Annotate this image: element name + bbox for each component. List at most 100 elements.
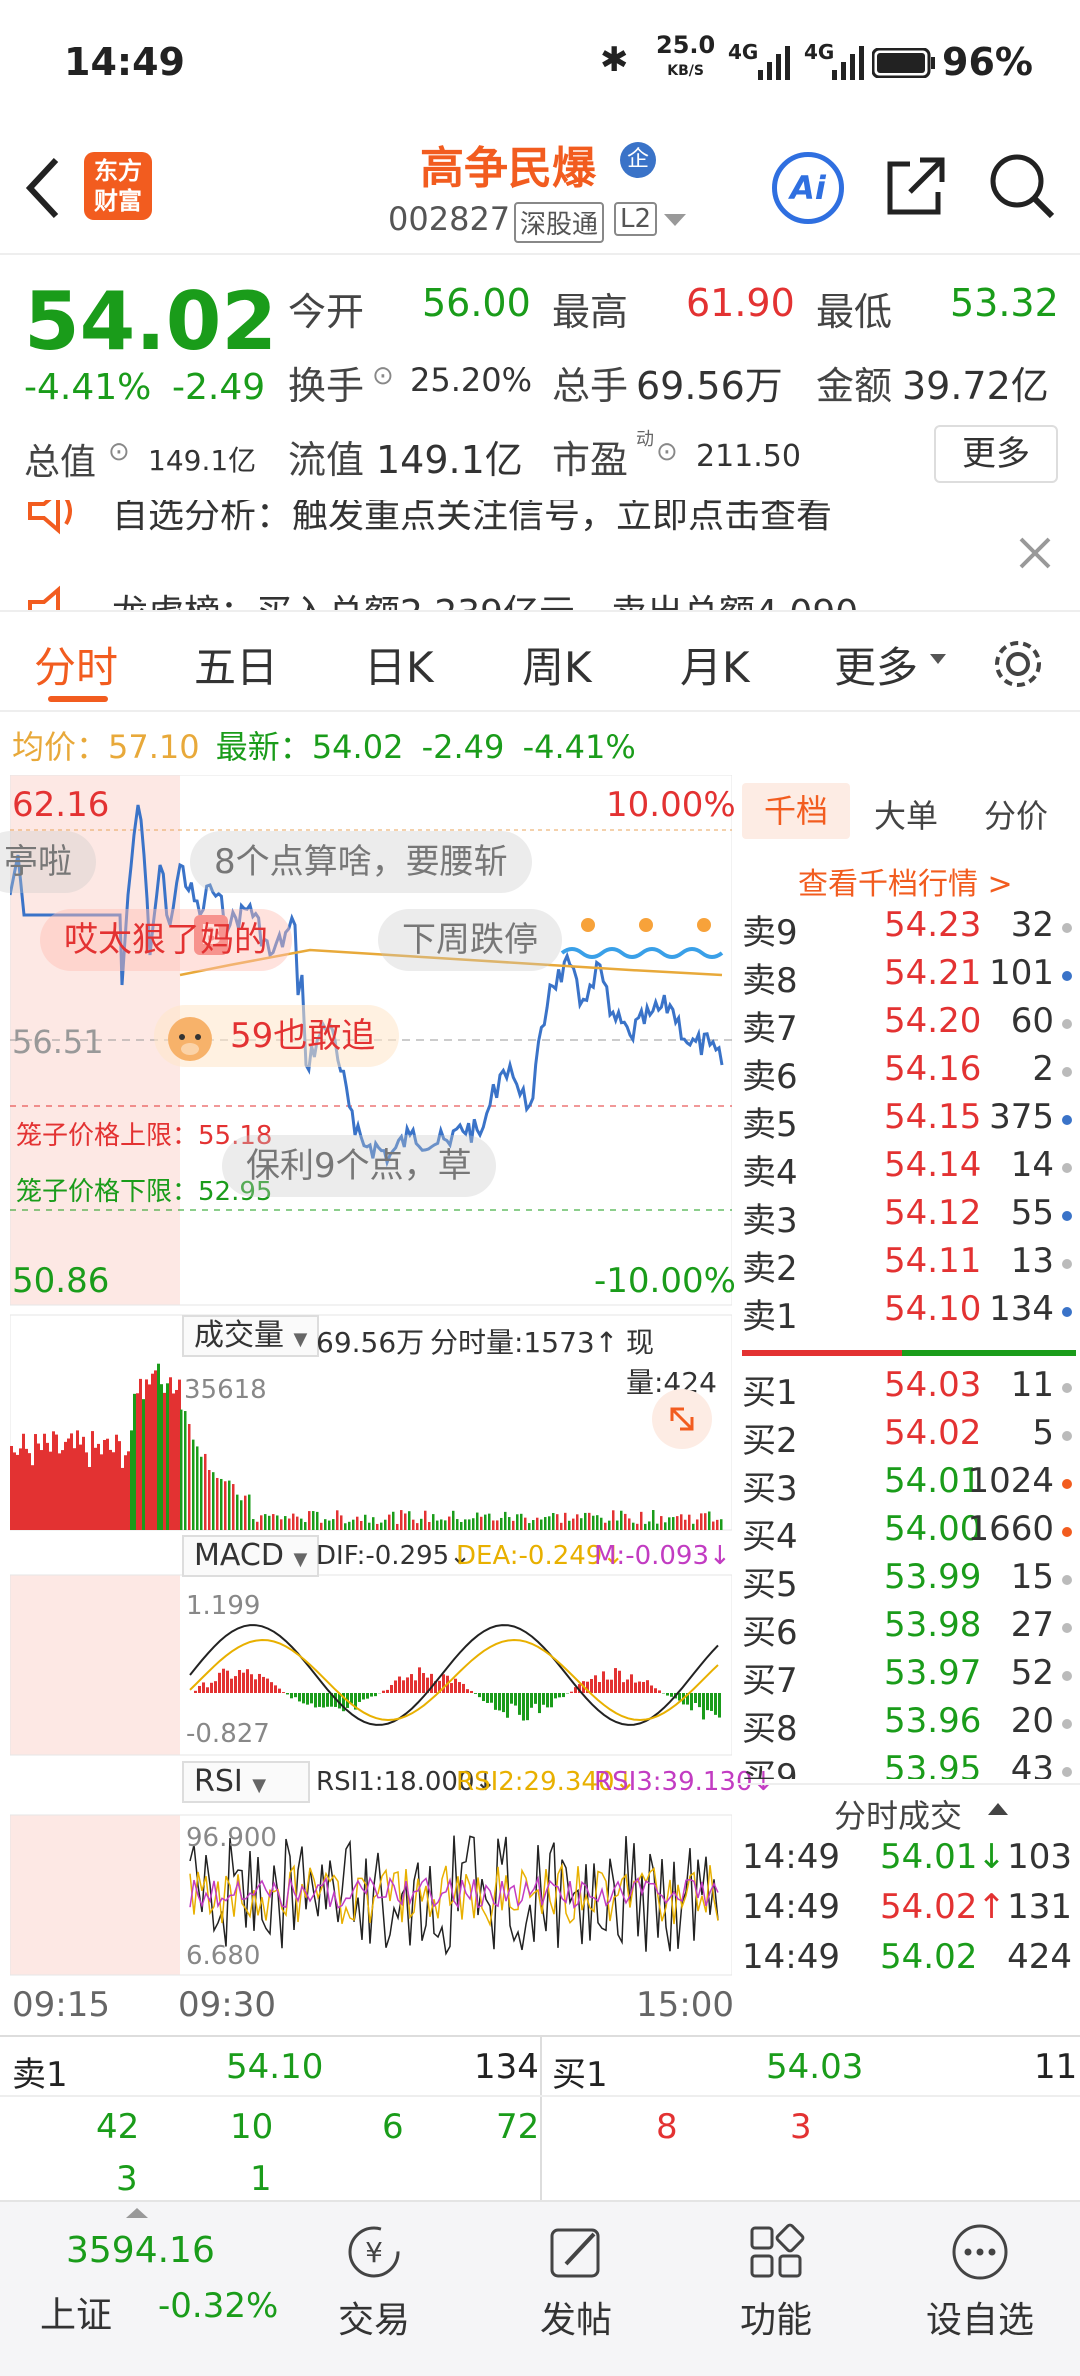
volume-bar bbox=[94, 1447, 97, 1530]
tab-more[interactable]: 更多 bbox=[834, 634, 918, 695]
tab-big-orders[interactable]: 大单 bbox=[874, 791, 938, 837]
tab-monthly-k[interactable]: 月K bbox=[680, 634, 750, 695]
macd-bar bbox=[550, 1693, 553, 1708]
volume-bar bbox=[280, 1519, 283, 1530]
order-book-row[interactable]: 卖5 54.15 375 bbox=[742, 1097, 1072, 1145]
order-book-row[interactable]: 卖3 54.12 55 bbox=[742, 1193, 1072, 1241]
volume-bar bbox=[184, 1411, 187, 1530]
expand-button[interactable] bbox=[652, 1389, 712, 1449]
order-depth-link[interactable]: 查看千档行情 > bbox=[798, 859, 1013, 903]
macd-selector[interactable]: MACD ▼ bbox=[182, 1535, 320, 1577]
order-book-row[interactable]: 买1 54.03 11 bbox=[742, 1365, 1072, 1413]
caret-up-icon[interactable] bbox=[988, 1801, 1008, 1815]
caret-up-icon[interactable] bbox=[126, 2206, 148, 2218]
news-line-2[interactable]: 龙虎榜：买入总额2.239亿元，卖出总额4.090 bbox=[112, 584, 858, 610]
news-ticker[interactable]: 自选分析：触发重点关注信号，立即点击查看 龙虎榜：买入总额2.239亿元，卖出总… bbox=[0, 500, 1080, 612]
ai-button[interactable]: Ai bbox=[772, 152, 844, 224]
macd-bar bbox=[394, 1680, 397, 1693]
time-label-start: 09:15 bbox=[12, 1985, 110, 2025]
avg-value: 57.10 bbox=[108, 728, 200, 766]
search-icon[interactable] bbox=[988, 152, 1056, 220]
tab-five-day[interactable]: 五日 bbox=[194, 634, 278, 695]
order-book-row[interactable]: 卖2 54.11 13 bbox=[742, 1241, 1072, 1289]
amount-value: 39.72亿 bbox=[902, 364, 1049, 408]
tab-intraday[interactable]: 分时 bbox=[34, 634, 118, 695]
gear-icon[interactable] bbox=[990, 636, 1046, 692]
order-book-row[interactable]: 卖8 54.21 101 bbox=[742, 953, 1072, 1001]
function-button[interactable]: 功能 bbox=[706, 2222, 846, 2343]
share-icon[interactable] bbox=[884, 154, 948, 218]
index-pct[interactable]: -0.32% bbox=[158, 2286, 278, 2326]
add-watchlist-button[interactable]: 设自选 bbox=[910, 2222, 1050, 2343]
level-dot bbox=[1062, 1211, 1072, 1221]
index-value[interactable]: 3594.16 bbox=[66, 2230, 215, 2271]
tab-price-dist[interactable]: 分价 bbox=[984, 791, 1048, 837]
macd-bar bbox=[466, 1689, 469, 1693]
close-icon[interactable] bbox=[1018, 536, 1052, 570]
rsi-selector[interactable]: RSI ▼ bbox=[182, 1761, 310, 1803]
post-button[interactable]: 发帖 bbox=[506, 2222, 646, 2343]
comment-bubble[interactable]: 下周跌停 bbox=[378, 909, 562, 971]
trade-button[interactable]: ¥ 交易 bbox=[304, 2222, 444, 2343]
volume-bar bbox=[460, 1521, 463, 1530]
volume-bar bbox=[256, 1521, 259, 1530]
comment-bubble[interactable]: 8个点算啥，要腰斩 bbox=[190, 831, 532, 893]
trades-title[interactable]: 分时成交 bbox=[834, 1791, 962, 1837]
last-price: 54.02 bbox=[24, 275, 278, 368]
comment-bubble[interactable]: 亭啦 bbox=[0, 831, 96, 893]
order-book-row[interactable]: 买4 54.00 1660 bbox=[742, 1509, 1072, 1557]
volume-bar bbox=[157, 1363, 160, 1530]
order-book-row[interactable]: 买8 53.96 20 bbox=[742, 1701, 1072, 1749]
intraday-chart[interactable]: 62.16 10.00% 50.86 -10.00% 56.51 笼子价格上限：… bbox=[0, 775, 774, 2035]
volume-bar bbox=[13, 1452, 16, 1530]
volume-bar bbox=[584, 1512, 587, 1530]
volume-bar bbox=[10, 1445, 13, 1530]
info-icon-2[interactable]: ⊙ bbox=[108, 437, 130, 467]
macd-bar bbox=[538, 1693, 541, 1714]
level-dot bbox=[1062, 1019, 1072, 1029]
order-book-row[interactable]: 买9 53.95 43 bbox=[742, 1749, 1072, 1779]
back-icon[interactable] bbox=[22, 156, 62, 220]
order-book-row[interactable]: 买5 53.99 15 bbox=[742, 1557, 1072, 1605]
news-line-1[interactable]: 自选分析：触发重点关注信号，立即点击查看 bbox=[112, 500, 832, 538]
app-logo[interactable]: 东方 财富 bbox=[84, 152, 152, 220]
macd-bar bbox=[298, 1693, 301, 1702]
tab-order-depth[interactable]: 千档 bbox=[742, 783, 850, 839]
order-book-row[interactable]: 买2 54.02 5 bbox=[742, 1413, 1072, 1461]
info-icon[interactable]: ⊙ bbox=[372, 361, 394, 391]
order-book-row[interactable]: 买6 53.98 27 bbox=[742, 1605, 1072, 1653]
volume-bar bbox=[700, 1513, 703, 1530]
chevron-down-icon[interactable] bbox=[664, 214, 686, 228]
macd-min: -0.827 bbox=[186, 1719, 270, 1749]
volume-bar bbox=[656, 1523, 659, 1530]
macd-bar bbox=[206, 1687, 209, 1693]
comment-bubble[interactable]: 保利9个点，草 bbox=[222, 1135, 496, 1197]
volume-bar bbox=[328, 1520, 331, 1530]
volume-bar bbox=[76, 1430, 79, 1530]
queue-cell: 10 bbox=[230, 2107, 274, 2147]
index-name[interactable]: 上证 bbox=[40, 2286, 112, 2338]
order-book-row[interactable]: 买3 54.01 1024 bbox=[742, 1461, 1072, 1509]
order-book-row[interactable]: 卖7 54.20 60 bbox=[742, 1001, 1072, 1049]
order-book-row[interactable]: 卖6 54.16 2 bbox=[742, 1049, 1072, 1097]
trade-icon: ¥ bbox=[348, 2226, 400, 2278]
order-book-row[interactable]: 卖9 54.23 32 bbox=[742, 905, 1072, 953]
volume-value: 69.56万 bbox=[636, 364, 783, 408]
macd-bar bbox=[290, 1693, 293, 1699]
more-button[interactable]: 更多 bbox=[934, 425, 1058, 483]
macd-bar bbox=[474, 1693, 477, 1694]
level-label: 卖5 bbox=[742, 1105, 798, 1145]
volume-selector[interactable]: 成交量 ▼ bbox=[182, 1315, 320, 1357]
caret-down-icon[interactable] bbox=[930, 654, 946, 666]
order-book-row[interactable]: 卖4 54.14 14 bbox=[742, 1145, 1072, 1193]
order-book-row[interactable]: 卖1 54.10 134 bbox=[742, 1289, 1072, 1337]
tab-daily-k[interactable]: 日K bbox=[364, 634, 434, 695]
volume-bar bbox=[464, 1519, 467, 1530]
order-book-row[interactable]: 买7 53.97 52 bbox=[742, 1653, 1072, 1701]
volume-bar bbox=[284, 1516, 287, 1530]
info-icon-3[interactable]: ⊙ bbox=[656, 437, 678, 467]
macd-bar bbox=[202, 1682, 205, 1693]
comment-bubble[interactable]: 哎太狠了妈的 bbox=[40, 909, 292, 971]
tab-weekly-k[interactable]: 周K bbox=[522, 634, 592, 695]
macd-bar bbox=[558, 1693, 561, 1698]
